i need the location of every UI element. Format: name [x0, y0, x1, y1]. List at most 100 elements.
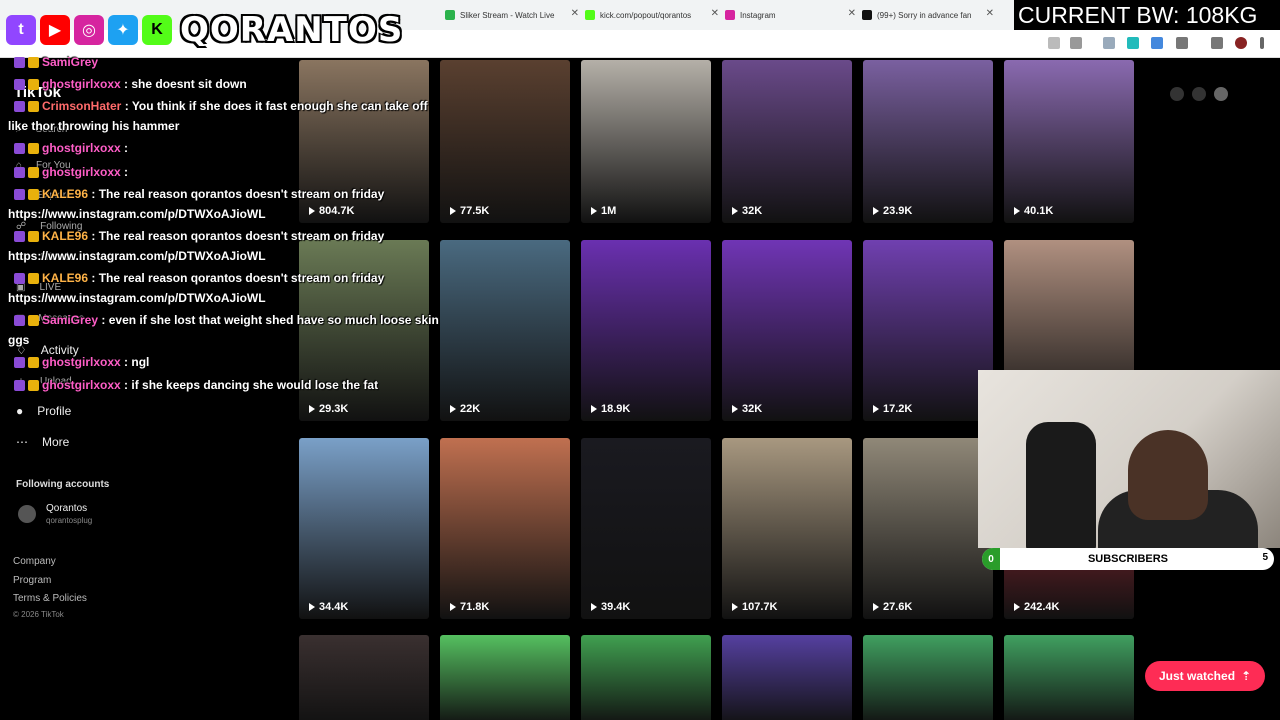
- video-thumbnail[interactable]: 34.4K: [299, 438, 429, 619]
- subscribers-goal-bar: 0 SUBSCRIBERS 5: [982, 548, 1274, 570]
- phone-icon[interactable]: [1192, 87, 1206, 101]
- close-icon[interactable]: ✕: [711, 8, 719, 19]
- footer-link-program[interactable]: Program: [13, 575, 51, 586]
- subscribers-label: SUBSCRIBERS: [1087, 553, 1169, 565]
- play-icon: [1014, 603, 1020, 611]
- video-thumbnail[interactable]: 107.7K: [722, 438, 852, 619]
- chat-username[interactable]: SamiGrey: [42, 313, 98, 327]
- kebab-menu-icon[interactable]: [1260, 37, 1264, 49]
- video-thumbnail[interactable]: [299, 635, 429, 720]
- install-app-icon[interactable]: [1048, 37, 1060, 49]
- chat-username[interactable]: ghostgirlxoxx: [42, 355, 121, 369]
- chat-text: : if she keeps dancing she would lose th…: [124, 378, 379, 392]
- just-watched-button[interactable]: Just watched ⇡: [1145, 661, 1266, 691]
- chat-username[interactable]: SamiGrey: [42, 55, 98, 69]
- view-count: 77.5K: [450, 205, 489, 217]
- chat-message: KALE96 : The real reason qorantos doesn'…: [14, 226, 384, 247]
- video-thumbnail[interactable]: 1M: [581, 60, 711, 223]
- play-icon: [732, 603, 738, 611]
- settings-icon[interactable]: [1170, 87, 1184, 101]
- chair-shape: [1026, 422, 1096, 548]
- video-thumbnail[interactable]: 23.9K: [863, 60, 993, 223]
- chat-username[interactable]: KALE96: [42, 229, 88, 243]
- close-icon[interactable]: ✕: [986, 8, 994, 19]
- extension-icon[interactable]: [1127, 37, 1139, 49]
- close-icon[interactable]: ✕: [848, 8, 856, 19]
- chat-badge-icon: [28, 189, 39, 201]
- chat-message: https://www.instagram.com/p/DTWXoAJioWL: [8, 246, 266, 267]
- play-icon: [873, 405, 879, 413]
- play-icon: [309, 405, 315, 413]
- extension-icon[interactable]: [1151, 37, 1163, 49]
- footer-link-company[interactable]: Company: [13, 556, 56, 567]
- video-thumbnail[interactable]: 27.6K: [863, 438, 993, 619]
- chat-text: : ngl: [124, 355, 150, 369]
- chat-text: : The real reason qorantos doesn't strea…: [91, 271, 385, 285]
- chat-badge-icon: [14, 57, 25, 69]
- video-thumbnail[interactable]: 18.9K: [581, 240, 711, 421]
- view-count: 40.1K: [1014, 205, 1053, 217]
- video-thumbnail[interactable]: [581, 635, 711, 720]
- chat-badge-icon: [28, 273, 39, 285]
- play-icon: [450, 207, 456, 215]
- tab-sliker[interactable]: Sliker Stream - Watch Live ✕: [445, 4, 585, 26]
- chat-username[interactable]: ghostgirlxoxx: [42, 165, 121, 179]
- tab-instagram[interactable]: Instagram ✕: [725, 4, 862, 26]
- twitter-logo-icon: ✦: [108, 15, 138, 45]
- tab-kick[interactable]: kick.com/popout/qorantos ✕: [585, 4, 725, 26]
- puzzle-extensions-icon[interactable]: [1176, 37, 1188, 49]
- chat-badge-icon: [14, 357, 25, 369]
- account-name[interactable]: Qorantos: [46, 503, 87, 514]
- chat-text: : The real reason qorantos doesn't strea…: [91, 229, 385, 243]
- play-icon: [873, 207, 879, 215]
- profile-avatar-icon[interactable]: [1235, 37, 1247, 49]
- extension-icon[interactable]: [1103, 37, 1115, 49]
- chat-badge-icon: [28, 357, 39, 369]
- video-thumbnail[interactable]: [440, 635, 570, 720]
- video-thumbnail[interactable]: [863, 635, 993, 720]
- sidebar-item-more[interactable]: ⋯ More: [16, 435, 69, 449]
- streamer-brand: QORANTOS: [180, 10, 404, 50]
- view-count: 17.2K: [873, 403, 912, 415]
- avatar[interactable]: [18, 505, 36, 523]
- chat-username[interactable]: ghostgirlxoxx: [42, 378, 121, 392]
- more-dots-icon: ⋯: [16, 435, 28, 449]
- bookmark-star-icon[interactable]: [1070, 37, 1082, 49]
- video-thumbnail[interactable]: 77.5K: [440, 60, 570, 223]
- tab-label: kick.com/popout/qorantos: [600, 10, 692, 20]
- chat-badge-icon: [14, 189, 25, 201]
- play-icon: [309, 603, 315, 611]
- tab-tiktok[interactable]: (99+) Sorry in advance fan ✕: [862, 4, 1000, 26]
- chat-username[interactable]: ghostgirlxoxx: [42, 77, 121, 91]
- chat-badge-icon: [28, 101, 39, 113]
- chat-text: https://www.instagram.com/p/DTWXoAJioWL: [8, 291, 266, 305]
- video-thumbnail[interactable]: 40.1K: [1004, 60, 1134, 223]
- play-icon: [1014, 207, 1020, 215]
- reading-list-icon[interactable]: [1211, 37, 1223, 49]
- video-thumbnail[interactable]: 39.4K: [581, 438, 711, 619]
- footer-link-terms[interactable]: Terms & Policies: [13, 593, 87, 604]
- chat-username[interactable]: KALE96: [42, 271, 88, 285]
- chat-username[interactable]: CrimsonHater: [42, 99, 121, 113]
- close-icon[interactable]: ✕: [571, 8, 579, 19]
- video-thumbnail[interactable]: 32K: [722, 240, 852, 421]
- video-thumbnail[interactable]: 32K: [722, 60, 852, 223]
- chat-badge-icon: [28, 57, 39, 69]
- video-thumbnail[interactable]: 17.2K: [863, 240, 993, 421]
- video-thumbnail[interactable]: [1004, 635, 1134, 720]
- video-thumbnail[interactable]: 71.8K: [440, 438, 570, 619]
- view-count: 1M: [591, 205, 616, 217]
- video-thumbnail[interactable]: 22K: [440, 240, 570, 421]
- sidebar-item-profile[interactable]: ● Profile: [16, 404, 71, 418]
- view-count: 242.4K: [1014, 601, 1059, 613]
- view-count: 23.9K: [873, 205, 912, 217]
- avatar[interactable]: [1214, 87, 1228, 101]
- chat-username[interactable]: ghostgirlxoxx: [42, 141, 121, 155]
- chat-badge-icon: [14, 273, 25, 285]
- chat-badge-icon: [28, 143, 39, 155]
- instagram-logo-icon: ◎: [74, 15, 104, 45]
- chat-username[interactable]: KALE96: [42, 187, 88, 201]
- video-thumbnail[interactable]: [722, 635, 852, 720]
- play-icon: [873, 603, 879, 611]
- right-toolbar: [1170, 82, 1250, 106]
